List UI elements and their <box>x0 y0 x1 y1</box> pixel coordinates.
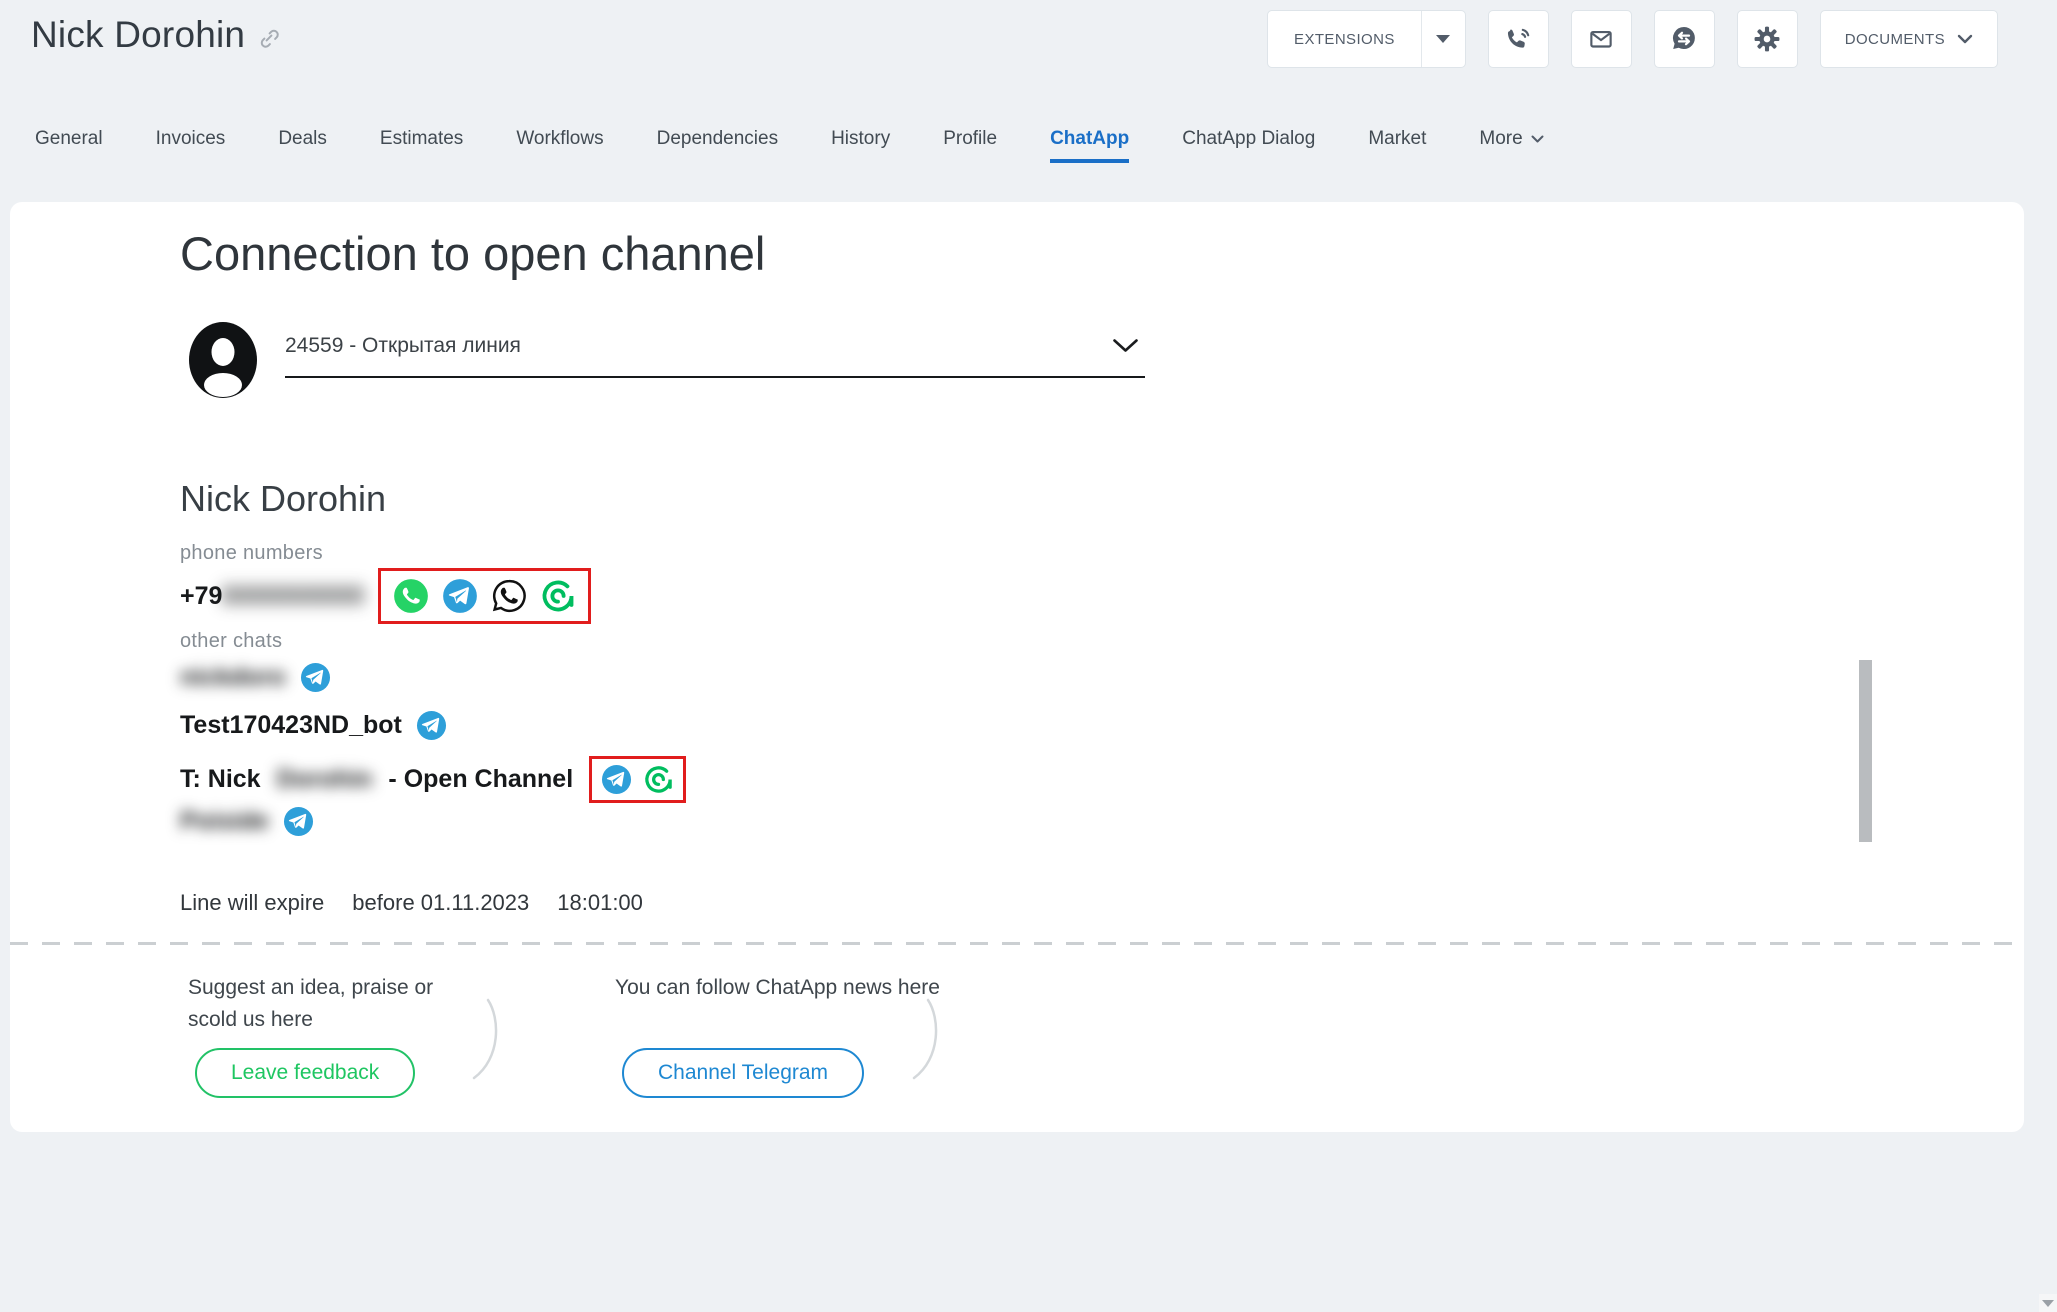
open-channel-chat-button[interactable] <box>1654 10 1715 68</box>
page-scrollbar-down-arrow[interactable] <box>2039 1294 2057 1312</box>
chatapp-icon[interactable] <box>643 764 674 795</box>
tab-workflows[interactable]: Workflows <box>516 128 603 163</box>
entity-tab-bar: General Invoices Deals Estimates Workflo… <box>35 128 1544 163</box>
phone-call-button[interactable] <box>1488 10 1549 68</box>
phone-prefix: +79 <box>180 582 222 611</box>
tab-deals[interactable]: Deals <box>278 128 327 163</box>
line-expiry: Line will expire before 01.11.2023 18:01… <box>180 890 643 916</box>
envelope-icon <box>1586 24 1616 54</box>
open-line-select[interactable]: 24559 - Открытая линия <box>285 334 1145 378</box>
chat-row-open-channel: T: Nick Dorohin - Open Channel <box>180 756 686 803</box>
caret-down-icon <box>1436 35 1450 43</box>
chat-name-redacted: nickdoro <box>180 663 286 692</box>
page-header: Nick Dorohin <box>31 14 281 56</box>
tab-profile[interactable]: Profile <box>943 128 997 163</box>
open-line-select-value: 24559 - Открытая линия <box>285 334 521 357</box>
telegram-icon[interactable] <box>601 764 632 795</box>
chat-name: Test170423ND_bot <box>180 711 402 740</box>
leave-feedback-button[interactable]: Leave feedback <box>195 1048 415 1098</box>
telegram-icon[interactable] <box>283 806 314 837</box>
line-expiry-date: before 01.11.2023 <box>352 890 529 916</box>
phone-redacted: 000000000 <box>222 582 365 611</box>
chevron-down-icon <box>1112 338 1139 353</box>
tab-more[interactable]: More <box>1479 128 1543 163</box>
tab-dependencies[interactable]: Dependencies <box>657 128 778 163</box>
tab-invoices[interactable]: Invoices <box>156 128 226 163</box>
chat-name-redacted: Poiside <box>180 807 269 836</box>
decorative-arc <box>908 998 952 1094</box>
contact-name: Nick Dorohin <box>180 478 386 520</box>
dashed-divider <box>10 942 2024 945</box>
tab-estimates[interactable]: Estimates <box>380 128 463 163</box>
phone-row: +79 000000000 <box>180 568 591 624</box>
tab-history[interactable]: History <box>831 128 890 163</box>
tab-chatapp[interactable]: ChatApp <box>1050 128 1129 163</box>
tab-general[interactable]: General <box>35 128 103 163</box>
other-chats-label: other chats <box>180 630 282 653</box>
documents-button[interactable]: DOCUMENTS <box>1820 10 1998 68</box>
tab-more-label: More <box>1479 128 1522 150</box>
crm-contact-page: Nick Dorohin EXTENSIONS <box>0 0 2057 1312</box>
whatsapp-outline-icon[interactable] <box>491 578 527 614</box>
chat-name-redacted: Dorohin <box>277 765 373 794</box>
telegram-icon[interactable] <box>416 710 447 741</box>
feedback-text: Suggest an idea, praise or scold us here <box>188 972 488 1036</box>
documents-label: DOCUMENTS <box>1845 31 1945 48</box>
line-expiry-time: 18:01:00 <box>557 890 643 916</box>
extensions-button[interactable]: EXTENSIONS <box>1267 10 1466 68</box>
header-actions: EXTENSIONS <box>1267 10 1998 68</box>
chatapp-panel: Connection to open channel 24559 - Откры… <box>10 202 2024 1132</box>
phone-icon <box>1503 24 1533 54</box>
panel-scrollbar-thumb[interactable] <box>1859 660 1872 842</box>
copy-link-icon[interactable] <box>257 26 281 50</box>
chevron-down-icon <box>1957 34 1973 44</box>
tab-chatapp-dialog[interactable]: ChatApp Dialog <box>1182 128 1315 163</box>
channel-telegram-button[interactable]: Channel Telegram <box>622 1048 864 1098</box>
panel-heading: Connection to open channel <box>180 226 765 281</box>
settings-button[interactable] <box>1737 10 1798 68</box>
open-channel-highlight-box <box>589 756 686 803</box>
whatsapp-icon[interactable] <box>393 578 429 614</box>
gear-icon <box>1752 24 1782 54</box>
chat-row: Test170423ND_bot <box>180 710 447 741</box>
triangle-down-icon <box>2042 1300 2054 1307</box>
chat-row: nickdoro <box>180 662 331 693</box>
extensions-label: EXTENSIONS <box>1268 11 1421 67</box>
chat-row: Poiside <box>180 806 314 837</box>
decorative-arc <box>468 998 512 1094</box>
channel-avatar <box>188 322 258 398</box>
chat-name-prefix: T: Nick <box>180 765 261 794</box>
phone-numbers-label: phone numbers <box>180 542 323 565</box>
telegram-icon[interactable] <box>300 662 331 693</box>
chat-name-suffix: - Open Channel <box>388 765 573 794</box>
telegram-icon[interactable] <box>442 578 478 614</box>
chevron-down-icon <box>1531 135 1544 143</box>
chat-transfer-icon <box>1668 23 1700 55</box>
chatapp-icon[interactable] <box>540 578 576 614</box>
page-title: Nick Dorohin <box>31 14 245 56</box>
line-expiry-label: Line will expire <box>180 890 324 916</box>
extensions-dropdown-toggle[interactable] <box>1421 11 1465 67</box>
tab-market[interactable]: Market <box>1368 128 1426 163</box>
phone-messenger-highlight-box <box>378 568 591 624</box>
email-button[interactable] <box>1571 10 1632 68</box>
